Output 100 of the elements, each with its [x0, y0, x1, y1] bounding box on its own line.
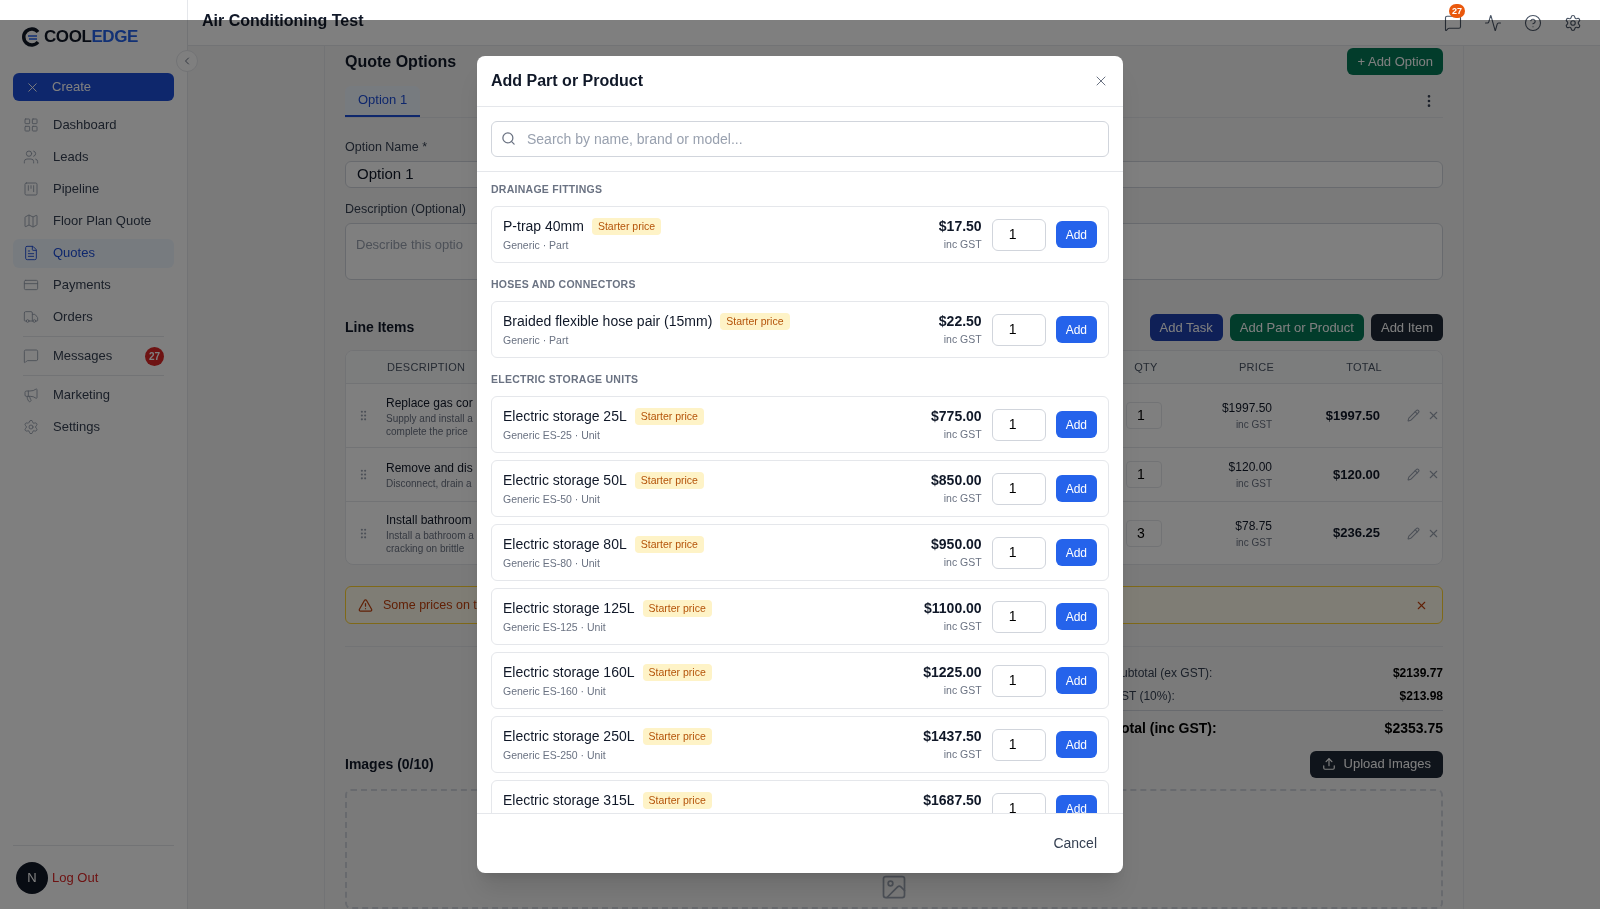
product-name: Electric storage 125L — [503, 599, 635, 618]
toolbar-button[interactable]: Add Task — [1149, 314, 1223, 341]
item-title: Replace gas cor — [386, 394, 473, 412]
unit-price: $120.00 — [1228, 459, 1272, 476]
add-button[interactable]: Add — [1055, 603, 1097, 630]
tax-note: inc GST — [943, 747, 982, 762]
create-button[interactable]: Create — [13, 73, 174, 101]
field-label: Option Name * — [345, 138, 427, 156]
product-price: $1687.50 — [923, 791, 982, 810]
product-price: $775.00 — [931, 407, 982, 426]
group-heading: ELECTRIC STORAGE UNITS — [491, 372, 639, 388]
nav-item[interactable]: Floor Plan Quote — [13, 206, 174, 236]
quantity-field[interactable]: 1 — [991, 218, 1046, 251]
quantity-field[interactable]: 1 — [1126, 461, 1162, 488]
add-button[interactable]: Add — [1055, 221, 1097, 248]
nav-item[interactable]: Orders — [13, 302, 174, 332]
quantity-field[interactable]: 1 — [991, 792, 1046, 813]
product-price: $850.00 — [931, 471, 982, 490]
add-button[interactable]: Add — [1055, 731, 1097, 758]
price-badge: Starter price — [642, 599, 712, 618]
upload-button[interactable]: Upload Images — [1309, 750, 1443, 778]
product-price: $1100.00 — [924, 599, 982, 618]
nav-item[interactable]: Messages 27 — [13, 341, 174, 371]
column-header: QTY — [1133, 359, 1159, 375]
item-title: Install bathroom — [386, 512, 473, 529]
nav-item[interactable]: Pipeline — [13, 174, 174, 204]
product-details: Generic ES-250 · Unit — [503, 748, 607, 763]
price-badge: Starter price — [642, 663, 712, 682]
price-badge: Starter price — [720, 312, 790, 331]
product-price: $950.00 — [931, 535, 982, 554]
column-header: PRICE — [1238, 359, 1274, 375]
product-price: $17.50 — [938, 217, 982, 236]
field-label: Description (Optional) — [345, 200, 466, 218]
add-button[interactable]: Add — [1055, 316, 1097, 343]
price-badge: Starter price — [634, 407, 704, 426]
add-button[interactable]: Add — [1055, 795, 1097, 813]
summary-value: $2353.75 — [1384, 719, 1443, 738]
quantity-field[interactable]: 1 — [991, 728, 1046, 761]
nav-item[interactable]: Dashboard — [13, 110, 174, 140]
quantity-field[interactable]: 1 — [991, 313, 1046, 346]
item-description: Install a bathroom a — [386, 529, 474, 542]
quantity-field[interactable]: 1 — [991, 472, 1046, 505]
item-description: Supply and install a — [386, 411, 473, 425]
count-badge: 27 — [1449, 3, 1465, 18]
toolbar-button[interactable]: Add Part or Product — [1229, 314, 1364, 341]
quantity-field[interactable]: 1 — [991, 664, 1046, 697]
tax-note: inc GST — [943, 619, 982, 634]
quantity-field[interactable]: 1 — [991, 600, 1046, 633]
product-name: Electric storage 50L — [503, 471, 627, 490]
product-name: Braided flexible hose pair (15mm) — [503, 312, 713, 331]
tax-note: inc GST — [1235, 535, 1272, 550]
tax-note: inc GST — [943, 683, 982, 698]
nav-item[interactable]: Settings — [13, 412, 174, 442]
add-button[interactable]: Add — [1055, 539, 1097, 566]
nav-item[interactable]: Payments — [13, 270, 174, 300]
item-title: Remove and dis — [386, 460, 473, 477]
product-name: Electric storage 25L — [503, 407, 627, 426]
tax-note: inc GST — [943, 427, 982, 442]
nav-item[interactable]: Leads — [13, 142, 174, 172]
add-button[interactable]: Add — [1055, 667, 1097, 694]
column-header: DESCRIPTION — [387, 359, 466, 375]
nav-item[interactable]: Quotes — [13, 238, 174, 268]
price-badge: Starter price — [642, 727, 712, 746]
count-badge: 27 — [145, 346, 164, 366]
quantity-field[interactable]: 3 — [1126, 519, 1162, 547]
product-details: Generic ES-125 · Unit — [503, 620, 607, 635]
product-price: $1437.50 — [923, 727, 982, 746]
tax-note: inc GST — [1235, 477, 1272, 491]
item-description: Disconnect, drain a — [386, 477, 473, 490]
toolbar-button[interactable]: Add Item — [1370, 314, 1443, 341]
logo-text: COOLEDGE — [44, 25, 138, 48]
quantity-field[interactable]: 1 — [991, 408, 1046, 441]
cancel-button[interactable]: Cancel — [1053, 833, 1097, 854]
product-details: Generic ES-80 · Unit — [503, 556, 601, 571]
group-heading: HOSES AND CONNECTORS — [491, 277, 636, 293]
item-description: cracking on brittle — [386, 542, 466, 555]
summary-value: $2139.77 — [1392, 664, 1443, 682]
product-details: Generic · Part — [503, 333, 570, 348]
add-button[interactable]: Add — [1055, 475, 1097, 502]
avatar[interactable]: N — [16, 861, 48, 894]
logout-link[interactable]: Log Out — [52, 867, 99, 888]
product-name: Electric storage 250L — [503, 727, 635, 746]
tax-note: inc GST — [1235, 418, 1272, 432]
unit-price: $78.75 — [1235, 517, 1272, 535]
option-tab[interactable]: Option 1 — [345, 85, 421, 117]
quantity-field[interactable]: 1 — [991, 536, 1046, 569]
summary-value: $213.98 — [1399, 687, 1443, 705]
line-total: $120.00 — [1332, 465, 1380, 484]
add-option-button[interactable]: + Add Option — [1347, 48, 1443, 76]
search-field[interactable]: Search by name, brand or model... — [491, 121, 1109, 157]
nav-item[interactable]: Marketing — [13, 380, 174, 410]
add-button[interactable]: Add — [1055, 411, 1097, 438]
product-details: Generic ES-50 · Unit — [503, 492, 601, 507]
line-total: $1997.50 — [1324, 406, 1380, 425]
price-badge: Starter price — [591, 217, 662, 236]
product-details: Generic · Part — [503, 238, 570, 253]
column-header: TOTAL — [1345, 359, 1382, 375]
price-badge: Starter price — [642, 791, 712, 810]
product-details: Generic ES-160 · Unit — [503, 684, 607, 699]
quantity-field[interactable]: 1 — [1126, 402, 1162, 429]
